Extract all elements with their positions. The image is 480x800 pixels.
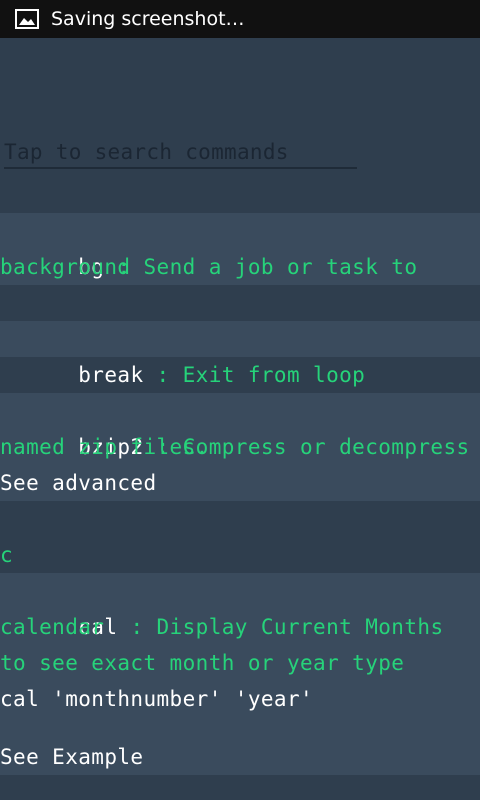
list-item-break[interactable]: break : Exit from loop bbox=[0, 321, 480, 387]
command-description: : Display Current Months bbox=[117, 615, 444, 639]
status-bar: Saving screenshot… bbox=[0, 0, 480, 38]
command-name: break bbox=[78, 363, 144, 387]
command-description-cont: background bbox=[0, 255, 131, 279]
command-hint: to see exact month or year type bbox=[0, 651, 405, 675]
command-description-cont: calendar bbox=[0, 615, 105, 639]
command-usage: cal 'monthnumber' 'year' bbox=[0, 687, 314, 711]
see-advanced-link[interactable]: See advanced bbox=[0, 465, 157, 501]
search-input[interactable]: Tap to search commands bbox=[4, 137, 357, 169]
list-item-bzip2[interactable]: bzip2 : Compress or decompress named zip… bbox=[0, 393, 480, 501]
list-item-cal[interactable]: cal : Display Current Months calendar to… bbox=[0, 573, 480, 775]
image-icon bbox=[15, 9, 39, 29]
main-content: Tap to search commands bg : Send a job o… bbox=[0, 38, 480, 800]
section-header: c bbox=[0, 543, 14, 567]
see-example-link[interactable]: See Example bbox=[0, 739, 143, 775]
status-title: Saving screenshot… bbox=[51, 8, 245, 30]
list-item-bg[interactable]: bg : Send a job or task to background bbox=[0, 213, 480, 285]
command-description: : Send a job or task to bbox=[104, 255, 418, 279]
command-description: : Exit from loop bbox=[143, 363, 366, 387]
command-description-cont: named zip files. bbox=[0, 435, 209, 459]
